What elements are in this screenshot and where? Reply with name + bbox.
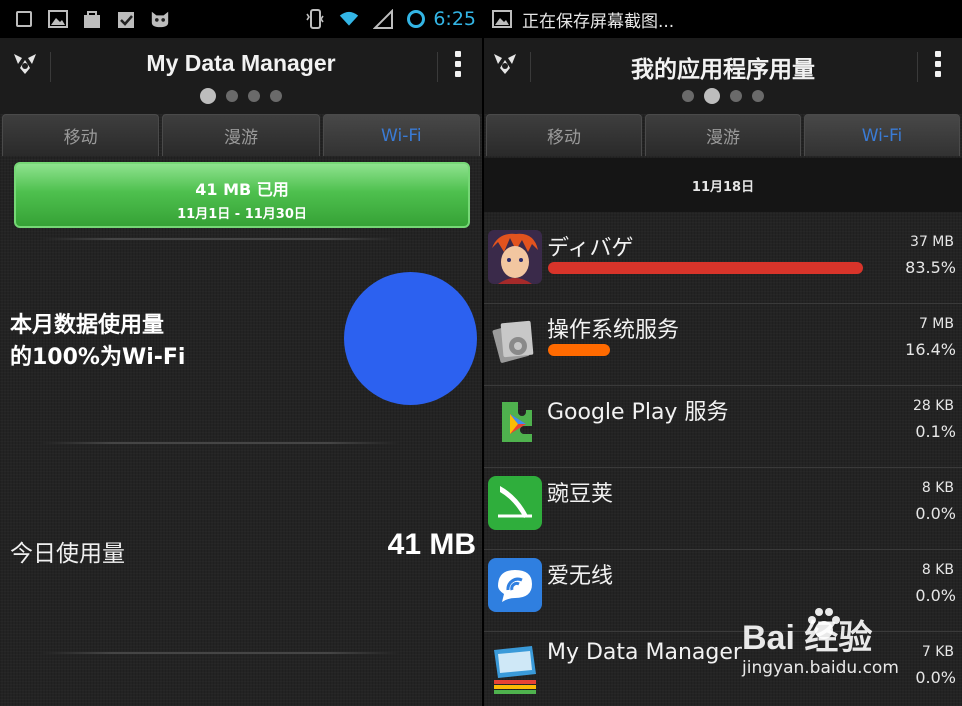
app-data-size: 8 KB	[921, 562, 954, 578]
app-name: My Data Manager	[547, 640, 742, 665]
app-data-percent: 0.0%	[915, 586, 956, 605]
action-bar: 我的应用程序用量	[484, 38, 962, 114]
app-data-percent: 83.5%	[905, 258, 956, 277]
checklist-icon	[116, 9, 136, 29]
wifi-usage-pie-chart	[344, 272, 477, 405]
cyanogen-mascot-icon	[150, 9, 170, 29]
page-dot	[682, 90, 694, 102]
app-name: 爱无线	[547, 564, 614, 589]
page-dot	[752, 90, 764, 102]
app-data-size: 8 KB	[921, 480, 954, 496]
app-logo-icon[interactable]	[490, 48, 520, 78]
app-data-size: 7 MB	[918, 316, 954, 332]
app-logo-icon[interactable]	[10, 48, 40, 78]
tab-mobile[interactable]: 移动	[486, 114, 642, 156]
app-data-percent: 0.0%	[915, 504, 956, 523]
app-data-size: 28 KB	[912, 398, 954, 414]
vibrate-icon	[305, 9, 325, 29]
status-bar: 6:25	[0, 0, 482, 38]
cellular-no-signal-icon	[373, 9, 394, 29]
baidu-jingyan-watermark: Bai 经验 jingyan.baidu.com	[742, 608, 922, 690]
page-dot	[270, 90, 282, 102]
page-dot	[248, 90, 260, 102]
list-item[interactable]: Google Play 服务 28 KB 0.1%	[484, 386, 962, 468]
aiwuxian-icon	[488, 558, 542, 612]
app-name: ディバゲ	[547, 236, 634, 261]
google-play-services-icon	[502, 402, 532, 442]
overflow-menu-icon[interactable]	[448, 48, 468, 80]
date-header: 11月18日	[484, 158, 962, 212]
action-bar: My Data Manager	[0, 38, 482, 114]
tab-mobile[interactable]: 移动	[2, 114, 160, 156]
network-tabs: 移动 漫游 Wi-Fi	[0, 114, 482, 156]
wifi-share-note-line1: 本月数据使用量	[10, 313, 165, 338]
right-screen: 正在保存屏幕截图... 我的应用程序用量 移动 漫游 Wi-Fi 11月18日	[484, 0, 962, 706]
page-title: My Data Manager	[146, 50, 336, 76]
game-character-icon	[488, 230, 542, 284]
page-dot	[704, 88, 720, 104]
list-item[interactable]: ディバゲ 37 MB 83.5%	[484, 222, 962, 304]
tab-wifi[interactable]: Wi-Fi	[804, 114, 960, 156]
section-divider	[40, 652, 400, 654]
tab-wifi[interactable]: Wi-Fi	[322, 114, 480, 156]
tab-roaming[interactable]: 漫游	[645, 114, 801, 156]
usage-bar	[548, 262, 863, 274]
status-bar: 正在保存屏幕截图...	[484, 0, 962, 38]
app-name: 豌豆荚	[547, 482, 614, 507]
wandoujia-icon	[488, 476, 542, 530]
app-data-size: 7 KB	[921, 644, 954, 660]
action-bar-separator	[530, 52, 531, 82]
wifi-share-note-line2: 的100%为Wi-Fi	[10, 345, 186, 370]
page-dot	[200, 88, 216, 104]
status-clock: 6:25	[433, 8, 476, 30]
notification-text: 正在保存屏幕截图...	[522, 11, 675, 32]
sync-icon	[407, 10, 426, 28]
action-bar-separator	[917, 52, 918, 82]
wifi-share-note: 本月数据使用量 的100%为Wi-Fi	[10, 310, 330, 374]
shopping-bag-icon	[82, 9, 102, 29]
page-indicator	[0, 88, 482, 104]
app-data-percent: 16.4%	[905, 340, 956, 359]
billing-period: 11月1日 - 11月30日	[177, 207, 307, 222]
network-tabs: 移动 漫游 Wi-Fi	[484, 114, 962, 156]
notes-icon	[14, 9, 34, 29]
my-data-manager-icon	[494, 646, 536, 694]
today-usage-label: 今日使用量	[10, 541, 125, 567]
section-divider	[40, 238, 400, 240]
usage-bar	[548, 344, 610, 356]
app-data-percent: 0.1%	[915, 422, 956, 441]
watermark-url: jingyan.baidu.com	[742, 658, 899, 678]
left-screen: 6:25 My Data Manager 移动 漫游 Wi-Fi 41 MB 已…	[0, 0, 482, 706]
page-indicator	[484, 88, 962, 104]
image-icon	[48, 9, 68, 29]
data-used-amount: 41 MB 已用	[195, 180, 289, 199]
app-name: Google Play 服务	[547, 400, 729, 425]
tab-roaming[interactable]: 漫游	[162, 114, 320, 156]
data-used-bar[interactable]: 41 MB 已用 11月1日 - 11月30日	[14, 162, 470, 228]
page-dot	[730, 90, 742, 102]
wifi-signal-icon	[339, 9, 359, 29]
baidu-paw-icon	[808, 608, 840, 639]
list-item[interactable]: 豌豆荚 8 KB 0.0%	[484, 468, 962, 550]
system-service-icon	[492, 320, 534, 363]
app-name: 操作系统服务	[547, 318, 680, 343]
app-data-size: 37 MB	[910, 234, 954, 250]
action-bar-separator	[437, 52, 438, 82]
today-usage-value: 41 MB	[387, 528, 476, 561]
section-divider	[40, 442, 400, 444]
screenshot-icon	[492, 9, 512, 29]
page-title: 我的应用程序用量	[631, 56, 815, 82]
list-item[interactable]: 操作系统服务 7 MB 16.4%	[484, 304, 962, 386]
page-dot	[226, 90, 238, 102]
overflow-menu-icon[interactable]	[928, 48, 948, 80]
